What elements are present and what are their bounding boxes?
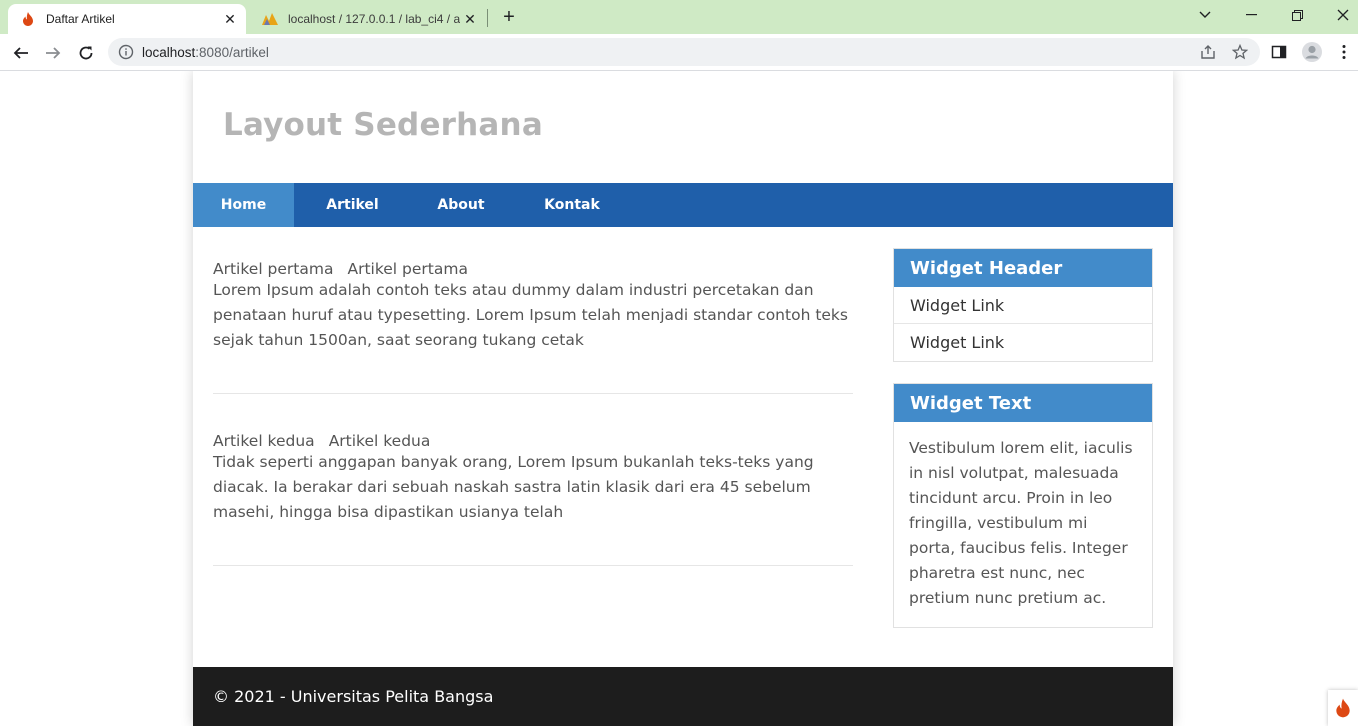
tab-phpmyadmin[interactable]: localhost / 127.0.0.1 / lab_ci4 / ar ✕ (250, 4, 486, 34)
article-image-broken: Artikel pertama (213, 260, 334, 278)
article-divider (213, 393, 853, 394)
page-viewport: Layout Sederhana Home Artikel About Kont… (0, 71, 1358, 726)
site-info-icon[interactable] (118, 44, 134, 60)
article-item: Artikel pertama Artikel pertama Lorem Ips… (213, 260, 853, 353)
article-divider (213, 565, 853, 566)
site-footer: © 2021 - Universitas Pelita Bangsa (193, 667, 1173, 726)
article-head: Artikel pertama Artikel pertama (213, 260, 853, 278)
article-excerpt: Lorem Ipsum adalah contoh teks atau dumm… (213, 281, 848, 349)
widget-text-box: Widget Text Vestibulum lorem elit, iacul… (893, 383, 1153, 628)
address-bar[interactable]: localhost:8080/artikel (108, 38, 1260, 66)
article-title-link[interactable]: Artikel pertama (347, 260, 467, 278)
tab-title: localhost / 127.0.0.1 / lab_ci4 / ar (288, 12, 460, 26)
nav-kontak[interactable]: Kontak (511, 183, 633, 227)
nav-home[interactable]: Home (193, 183, 294, 227)
tab-daftar-artikel[interactable]: Daftar Artikel ✕ (8, 4, 246, 34)
url-text: localhost:8080/artikel (142, 45, 269, 60)
back-arrow-icon[interactable] (8, 40, 34, 66)
article-excerpt: Tidak seperti anggapan banyak orang, Lor… (213, 453, 814, 521)
widget-link[interactable]: Widget Link (894, 287, 1152, 324)
widget-header-box: Widget Header Widget Link Widget Link (893, 248, 1153, 362)
main-nav: Home Artikel About Kontak (193, 183, 1173, 227)
restore-icon[interactable] (1274, 0, 1320, 30)
side-panel-icon[interactable] (1267, 40, 1291, 64)
widget-link[interactable]: Widget Link (894, 324, 1152, 361)
article-title-link[interactable]: Artikel kedua (329, 432, 431, 450)
share-icon[interactable] (1196, 40, 1220, 64)
phpmyadmin-icon (262, 11, 278, 27)
article-item: Artikel kedua Artikel kedua Tidak seperti… (213, 432, 853, 525)
reload-icon[interactable] (73, 40, 99, 66)
profile-avatar-icon[interactable] (1300, 40, 1324, 64)
tab-separator (487, 9, 488, 27)
new-tab-button[interactable]: + (498, 6, 520, 28)
forward-arrow-icon[interactable] (40, 40, 66, 66)
codeigniter-flame-icon (20, 11, 36, 27)
footer-copyright: © 2021 - Universitas Pelita Bangsa (213, 687, 494, 706)
site-title: Layout Sederhana (223, 107, 543, 143)
close-tab-icon[interactable]: ✕ (220, 9, 240, 29)
article-head: Artikel kedua Artikel kedua (213, 432, 853, 450)
article-image-broken: Artikel kedua (213, 432, 315, 450)
nav-artikel[interactable]: Artikel (294, 183, 411, 227)
close-window-icon[interactable] (1320, 0, 1358, 30)
widget-header-title: Widget Header (894, 249, 1152, 287)
browser-menu-icon[interactable] (1332, 40, 1356, 64)
tab-search-icon[interactable] (1182, 0, 1228, 30)
browser-tabstrip: Daftar Artikel ✕ localhost / 127.0.0.1 /… (0, 0, 1358, 34)
close-tab-icon[interactable]: ✕ (460, 9, 480, 29)
url-host: localhost (142, 44, 196, 60)
codeigniter-debug-toolbar-icon[interactable] (1328, 690, 1358, 726)
widget-text-title: Widget Text (894, 384, 1152, 422)
page-container: Layout Sederhana Home Artikel About Kont… (193, 71, 1173, 726)
minimize-icon[interactable] (1228, 0, 1274, 30)
nav-about[interactable]: About (411, 183, 511, 227)
browser-toolbar: localhost:8080/artikel (0, 34, 1358, 71)
tab-title: Daftar Artikel (46, 12, 115, 26)
url-path: :8080/artikel (195, 44, 269, 60)
bookmark-star-icon[interactable] (1228, 40, 1252, 64)
widget-text-body: Vestibulum lorem elit, iaculis in nisl v… (909, 439, 1133, 607)
